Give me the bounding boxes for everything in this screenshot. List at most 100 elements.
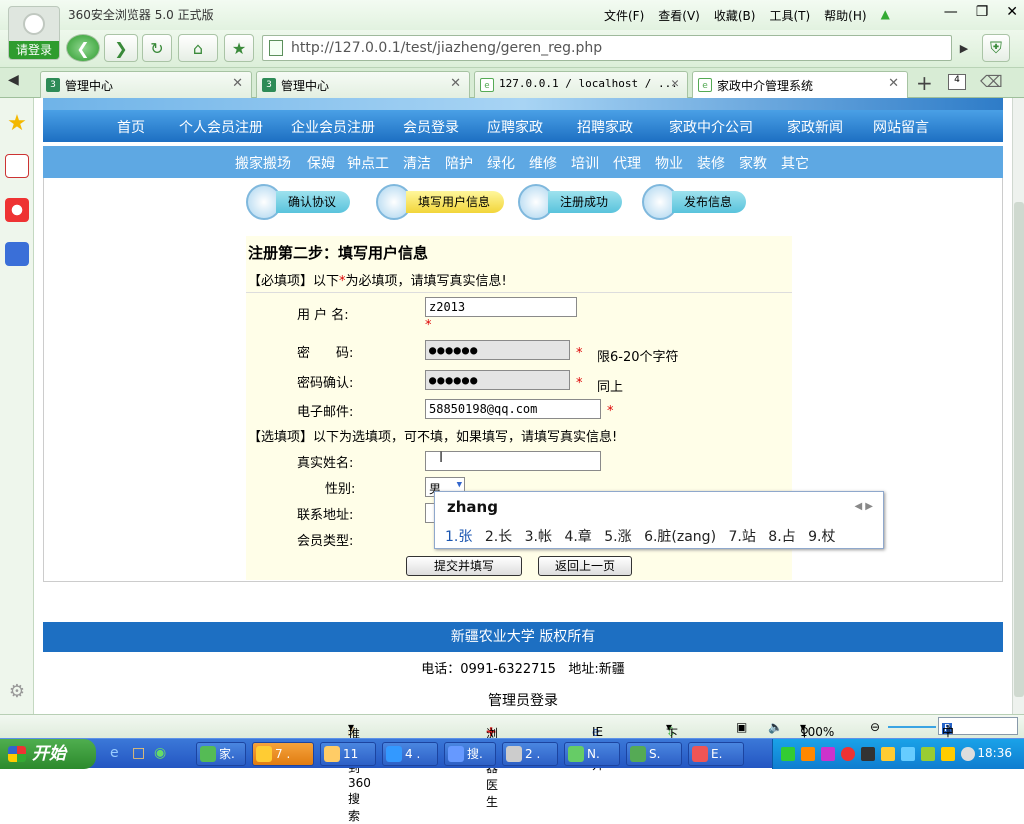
ime-candidate[interactable]: 7.站: [728, 529, 755, 545]
sidebar-toggle-icon[interactable]: ◀: [8, 72, 19, 88]
minimize-button[interactable]: —: [944, 4, 958, 20]
login-button[interactable]: 请登录: [9, 41, 59, 59]
menu-help[interactable]: 帮助(H): [824, 7, 866, 24]
password-field[interactable]: ●●●●●●: [425, 340, 570, 360]
back-page-button[interactable]: 返回上一页: [538, 556, 632, 576]
realname-field[interactable]: [425, 451, 601, 471]
close-button[interactable]: ✕: [1006, 4, 1018, 20]
trash-icon[interactable]: ⌫: [980, 72, 1003, 91]
tab-3[interactable]: e 127.0.0.1 / localhost / ... ✕: [474, 71, 688, 98]
category-decoration[interactable]: 装修: [697, 153, 725, 173]
window-icon[interactable]: ▣: [736, 720, 747, 734]
tray-icon[interactable]: [941, 747, 955, 761]
download-button[interactable]: ⇩ 下载 ▾: [666, 720, 678, 758]
address-bar[interactable]: http://127.0.0.1/test/jiazheng/geren_reg…: [262, 35, 952, 61]
tray-icon[interactable]: [821, 747, 835, 761]
ime-candidate[interactable]: 5.涨: [604, 529, 631, 545]
taskbar-item[interactable]: 11: [320, 742, 376, 766]
forward-button[interactable]: ❯: [104, 34, 138, 62]
security-button[interactable]: ⛨: [982, 34, 1010, 62]
email-field[interactable]: 58850198@qq.com: [425, 399, 601, 419]
zoom-slider[interactable]: [888, 726, 936, 728]
category-property[interactable]: 物业: [655, 153, 683, 173]
nav-apply-jobs[interactable]: 应聘家政: [487, 117, 543, 137]
tray-icon[interactable]: [881, 747, 895, 761]
category-greening[interactable]: 绿化: [487, 153, 515, 173]
zoom-out-icon[interactable]: ⊖: [870, 720, 880, 734]
recommend-button[interactable]: ☝ 推荐到360搜索 ▾: [348, 720, 371, 823]
nav-news[interactable]: 家政新闻: [787, 117, 843, 137]
category-training[interactable]: 培训: [571, 153, 599, 173]
star-icon[interactable]: ★: [5, 112, 29, 136]
ime-toolbar[interactable]: P 中 ☽: [938, 717, 1018, 739]
confirm-password-field[interactable]: ●●●●●●: [425, 370, 570, 390]
tray-icon[interactable]: [841, 747, 855, 761]
weibo-icon[interactable]: [5, 198, 29, 222]
ie-icon[interactable]: e: [110, 745, 119, 761]
ime-candidate[interactable]: 8.占: [768, 529, 795, 545]
scroll-thumb[interactable]: [1014, 202, 1024, 697]
ime-candidate[interactable]: 1.张: [445, 529, 472, 545]
taskbar-item[interactable]: 7 .: [252, 742, 314, 766]
nav-member-login[interactable]: 会员登录: [403, 117, 459, 137]
tab-2[interactable]: 3 管理中心 ✕: [256, 71, 470, 98]
news-icon[interactable]: [5, 154, 29, 178]
refresh-button[interactable]: ↻: [142, 34, 172, 62]
ime-candidate[interactable]: 3.帐: [525, 529, 552, 545]
taskbar-item[interactable]: 4 .: [382, 742, 438, 766]
folder-icon[interactable]: □: [132, 745, 145, 761]
gear-icon[interactable]: ⚙: [5, 680, 29, 704]
vertical-scrollbar[interactable]: [1012, 98, 1024, 714]
tab-count[interactable]: 4: [948, 74, 966, 90]
tab-1[interactable]: 3 管理中心 ✕: [40, 71, 252, 98]
category-moving[interactable]: 搬家搬场: [235, 153, 291, 173]
tray-icon[interactable]: [961, 747, 975, 761]
close-icon[interactable]: ✕: [450, 76, 461, 91]
username-field[interactable]: z2013: [425, 297, 577, 317]
page-arrows-icon[interactable]: ◀ ▶: [854, 501, 873, 512]
nav-agencies[interactable]: 家政中介公司: [669, 117, 753, 137]
submit-button[interactable]: 提交并填写: [406, 556, 522, 576]
ime-candidate[interactable]: 4.章: [564, 529, 591, 545]
tab-4[interactable]: e 家政中介管理系统 ✕: [692, 71, 908, 98]
start-button[interactable]: 开始: [0, 739, 96, 769]
menu-tools[interactable]: 工具(T): [769, 7, 810, 24]
maximize-button[interactable]: ❐: [976, 4, 989, 20]
nav-message[interactable]: 网站留言: [873, 117, 929, 137]
category-nanny[interactable]: 保姆: [307, 153, 335, 173]
nav-recruit[interactable]: 招聘家政: [577, 117, 633, 137]
tray-icon[interactable]: [921, 747, 935, 761]
zoom-control[interactable]: ⚲ 100% ▾: [800, 720, 834, 739]
home-button[interactable]: ⌂: [178, 34, 218, 62]
close-icon[interactable]: ✕: [232, 76, 243, 91]
mobile-icon[interactable]: [5, 242, 29, 266]
ime-candidate[interactable]: 9.杖: [808, 529, 835, 545]
taskbar-item[interactable]: S.: [626, 742, 682, 766]
taskbar-item[interactable]: N.: [564, 742, 620, 766]
new-tab-icon[interactable]: +: [916, 71, 933, 95]
taskbar-item[interactable]: 搜.: [444, 742, 496, 766]
favorite-button[interactable]: ★: [224, 34, 254, 62]
menu-file[interactable]: 文件(F): [604, 7, 644, 24]
menu-view[interactable]: 查看(V): [658, 7, 700, 24]
nav-personal-register[interactable]: 个人会员注册: [179, 117, 263, 137]
ime-candidate[interactable]: 2.长: [485, 529, 512, 545]
tray-icon[interactable]: [801, 747, 815, 761]
category-hourly[interactable]: 钟点工: [347, 153, 389, 173]
tray-icon[interactable]: [901, 747, 915, 761]
go-button[interactable]: ▶: [954, 34, 974, 62]
category-cleaning[interactable]: 清洁: [403, 153, 431, 173]
close-icon[interactable]: ✕: [671, 76, 679, 91]
category-other[interactable]: 其它: [781, 153, 809, 173]
ime-candidate[interactable]: 6.脏(zang): [644, 529, 716, 545]
nav-company-register[interactable]: 企业会员注册: [291, 117, 375, 137]
taskbar-item[interactable]: 家.: [196, 742, 246, 766]
category-repair[interactable]: 维修: [529, 153, 557, 173]
category-tutoring[interactable]: 家教: [739, 153, 767, 173]
back-button[interactable]: ❮: [66, 34, 100, 62]
tray-icon[interactable]: [781, 747, 795, 761]
admin-login-link[interactable]: 管理员登录: [43, 690, 1003, 710]
category-caregiving[interactable]: 陪护: [445, 153, 473, 173]
close-icon[interactable]: ✕: [888, 76, 899, 91]
menu-favorites[interactable]: 收藏(B): [714, 7, 756, 24]
